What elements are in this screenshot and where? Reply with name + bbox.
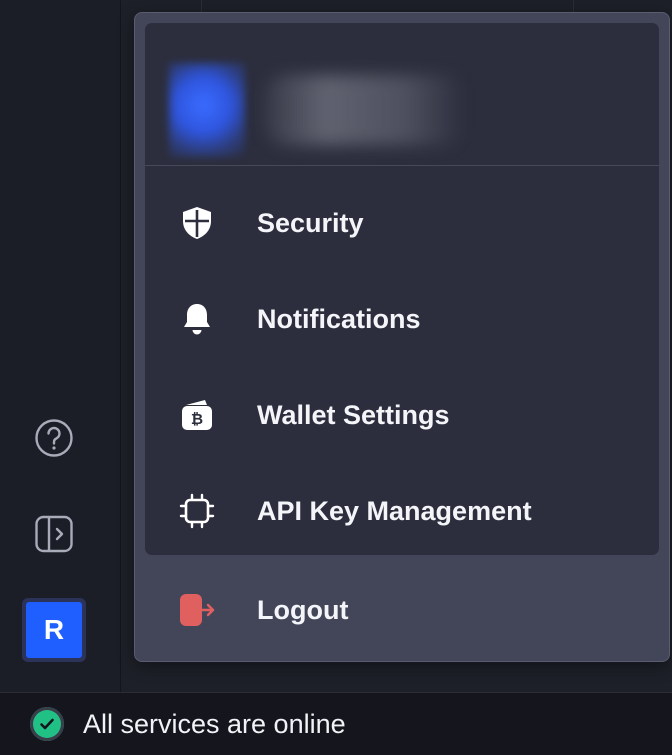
bell-icon xyxy=(177,299,217,339)
status-bar: All services are online xyxy=(0,692,672,755)
menu-body: Security Notifications ₿ Wallet Settings xyxy=(145,23,659,555)
menu-item-security[interactable]: Security xyxy=(145,175,659,271)
user-avatar-button[interactable]: R xyxy=(22,598,86,662)
avatar: R xyxy=(26,602,82,658)
check-circle-icon xyxy=(30,707,64,741)
help-icon[interactable] xyxy=(34,418,74,458)
menu-item-notifications[interactable]: Notifications xyxy=(145,271,659,367)
menu-item-label: Notifications xyxy=(257,303,421,334)
blurred-profile-avatar xyxy=(169,63,245,157)
shield-icon xyxy=(177,203,217,243)
menu-item-label: Security xyxy=(257,207,364,238)
logout-icon xyxy=(177,590,217,630)
logout-button[interactable]: Logout xyxy=(145,567,659,653)
bitcoin-wallet-icon: ₿ xyxy=(177,395,217,435)
divider xyxy=(145,165,659,166)
profile-header xyxy=(145,23,659,166)
user-dropdown-menu: Security Notifications ₿ Wallet Settings xyxy=(134,12,670,662)
menu-item-label: Wallet Settings xyxy=(257,399,450,430)
status-text: All services are online xyxy=(83,708,346,739)
sidebar: R xyxy=(0,0,121,692)
menu-item-wallet-settings[interactable]: ₿ Wallet Settings xyxy=(145,367,659,463)
logout-label: Logout xyxy=(257,594,349,625)
divider xyxy=(201,0,202,12)
divider xyxy=(573,0,574,12)
menu-item-api-key-management[interactable]: API Key Management xyxy=(145,463,659,555)
blurred-profile-name xyxy=(265,75,465,145)
sidebar-toggle-icon[interactable] xyxy=(34,514,74,554)
menu-item-label: API Key Management xyxy=(257,495,532,526)
svg-text:₿: ₿ xyxy=(191,411,203,428)
chip-icon xyxy=(177,491,217,531)
